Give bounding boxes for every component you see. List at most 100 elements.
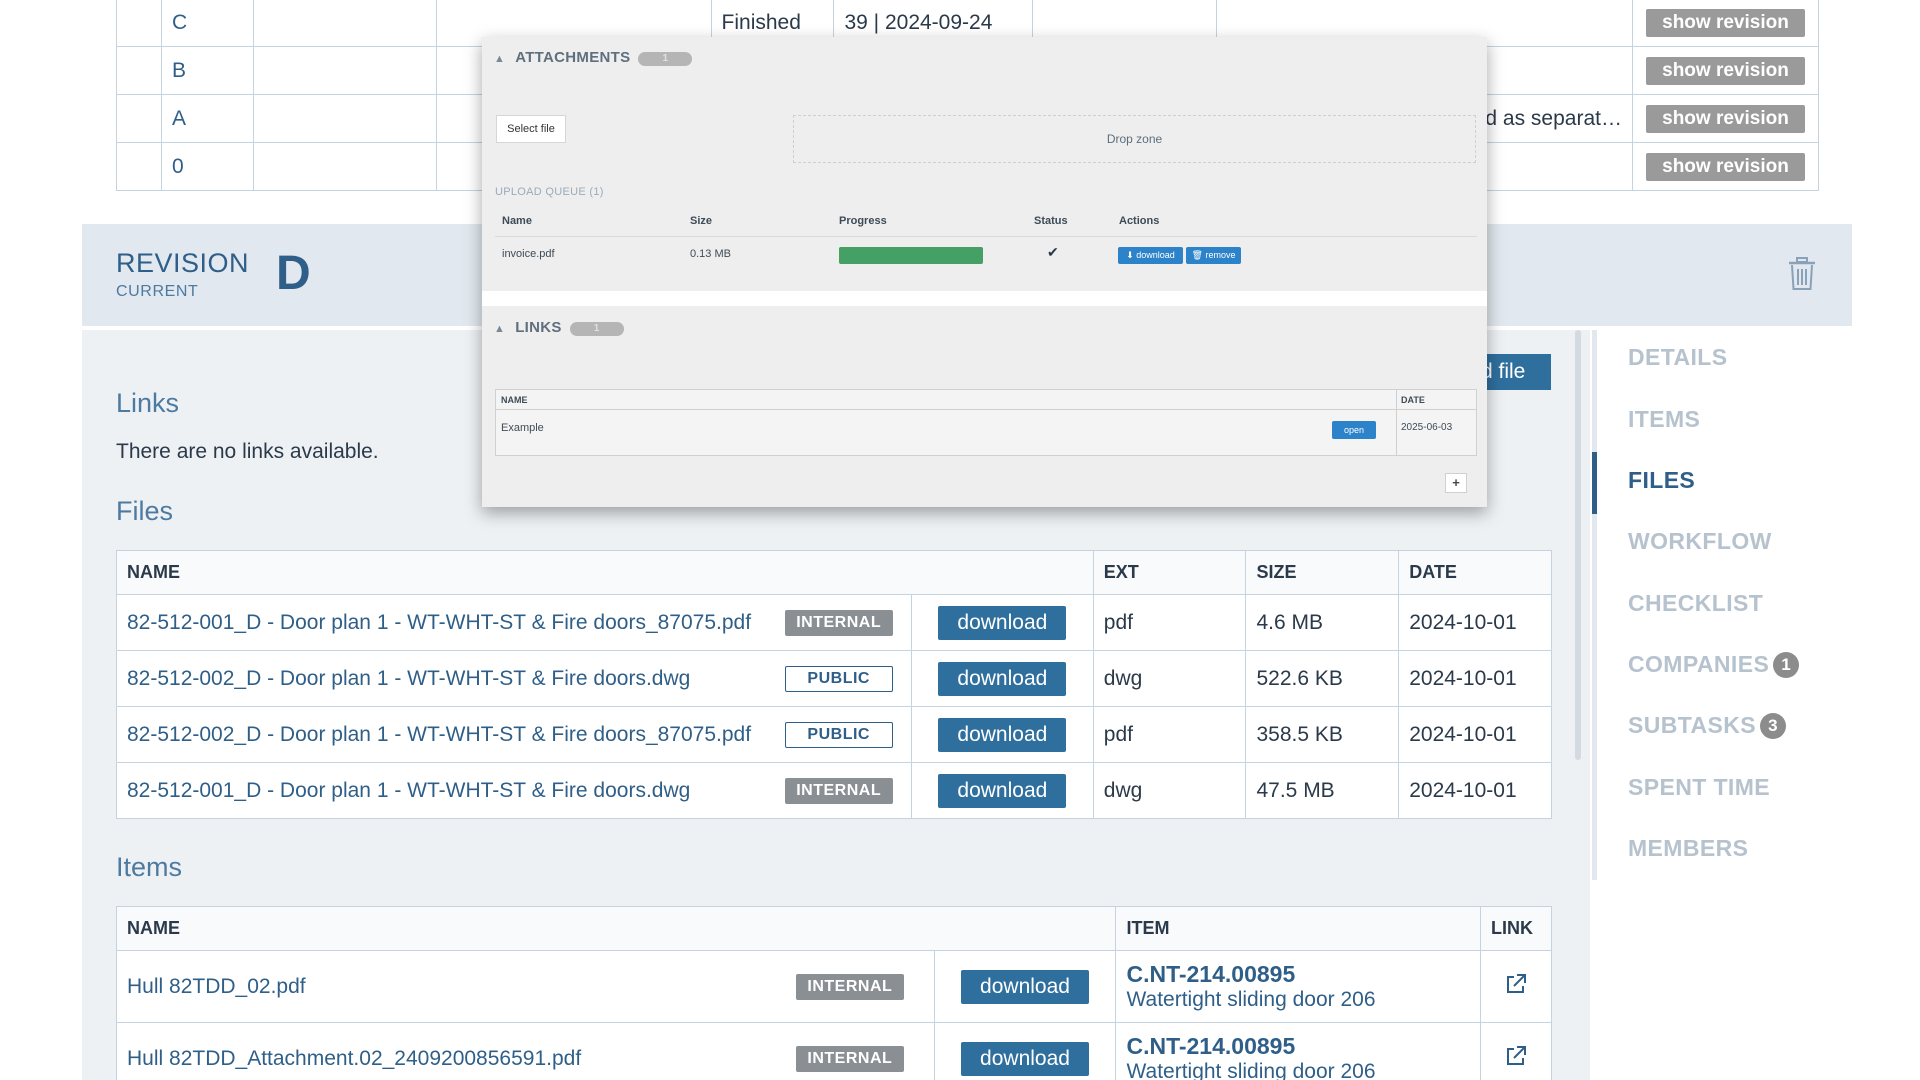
file-size: 4.6 MB xyxy=(1245,594,1400,651)
revision-letter: C xyxy=(160,0,254,47)
file-name-link[interactable]: 82-512-001_D - Door plan 1 - WT-WHT-ST &… xyxy=(127,611,751,634)
queue-col-progress: Progress xyxy=(839,215,887,227)
chevron-up-icon: ▲ xyxy=(494,323,506,335)
queue-file-name: invoice.pdf xyxy=(502,248,555,260)
download-button[interactable]: download xyxy=(938,717,1067,752)
nav-item-checklist[interactable]: CHECKLIST xyxy=(1628,590,1763,617)
links-col-date: DATE xyxy=(1401,395,1425,405)
link-date: 2025-06-03 xyxy=(1401,422,1453,433)
file-ext: pdf xyxy=(1092,706,1247,763)
revision-title: REVISION xyxy=(116,248,250,278)
visibility-badge[interactable]: INTERNAL xyxy=(784,778,893,804)
chevron-up-icon: ▲ xyxy=(494,53,506,65)
table-row: 82-512-001_D - Door plan 1 - WT-WHT-ST &… xyxy=(116,762,1552,819)
files-section-title: Files xyxy=(116,496,174,526)
show-revision-button[interactable]: show revision xyxy=(1646,104,1805,133)
upload-file-label: d file xyxy=(1481,360,1526,383)
show-revision-button[interactable]: show revision xyxy=(1646,152,1805,181)
show-revision-button[interactable]: show revision xyxy=(1646,8,1805,37)
links-header[interactable]: ▲ LINKS 1 xyxy=(494,319,624,336)
companies-count-badge: 1 xyxy=(1773,652,1800,678)
file-size: 522.6 KB xyxy=(1245,650,1400,707)
no-links-text: There are no links available. xyxy=(116,440,379,463)
download-button[interactable]: download xyxy=(938,661,1067,696)
file-name-link[interactable]: 82-512-002_D - Door plan 1 - WT-WHT-ST &… xyxy=(127,723,751,746)
items-col-link: LINK xyxy=(1479,906,1553,951)
files-col-ext: EXT xyxy=(1092,550,1247,595)
visibility-badge[interactable]: INTERNAL xyxy=(784,610,893,636)
file-name-link[interactable]: 82-512-002_D - Door plan 1 - WT-WHT-ST &… xyxy=(127,667,690,690)
items-table-header: NAME ITEM LINK xyxy=(115,906,1553,951)
nav-item-spent-time[interactable]: SPENT TIME xyxy=(1628,774,1770,801)
nav-item-subtasks[interactable]: SUBTASKS 3 xyxy=(1628,712,1787,739)
files-col-size: SIZE xyxy=(1245,550,1400,595)
visibility-badge[interactable]: PUBLIC xyxy=(784,722,893,748)
queue-col-size: Size xyxy=(690,215,713,227)
side-nav-active-indicator xyxy=(1592,452,1597,514)
subtasks-count-badge: 3 xyxy=(1760,713,1787,739)
item-description: Watertight sliding door 206 xyxy=(1126,1059,1376,1080)
files-table: NAME EXT SIZE DATE 82-512-001_D - Door p… xyxy=(116,550,1552,819)
overlay-links-table: NAME DATE Example open 2025-06-03 xyxy=(495,389,1477,456)
nav-item-members[interactable]: MEMBERS xyxy=(1628,835,1748,862)
item-code: C.NT-214.00895 xyxy=(1126,1032,1296,1059)
external-link-icon[interactable] xyxy=(1505,1045,1527,1067)
file-date: 2024-10-01 xyxy=(1398,650,1552,707)
nav-item-items[interactable]: ITEMS xyxy=(1628,406,1700,433)
check-icon: ✔ xyxy=(1047,244,1059,260)
file-size: 358.5 KB xyxy=(1245,706,1400,763)
file-ext: dwg xyxy=(1092,650,1247,707)
open-link-button[interactable]: open xyxy=(1332,421,1376,439)
links-col-name: NAME xyxy=(501,395,528,405)
download-button[interactable]: download xyxy=(938,605,1067,640)
table-row: Hull 82TDD_02.pdf INTERNAL download C.NT… xyxy=(116,950,1553,1023)
trash-icon[interactable] xyxy=(1786,256,1818,292)
items-col-name: NAME xyxy=(115,906,1117,951)
revision-letter: A xyxy=(160,94,254,143)
table-row: Hull 82TDD_Attachment.02_2409200856591.p… xyxy=(116,1022,1553,1080)
queue-col-status: Status xyxy=(1034,215,1068,227)
external-link-icon[interactable] xyxy=(1505,973,1527,995)
upload-file-button[interactable]: d file xyxy=(1481,354,1551,390)
attachments-count-badge: 1 xyxy=(638,52,693,66)
files-table-header: NAME EXT SIZE DATE xyxy=(116,550,1552,595)
visibility-badge[interactable]: INTERNAL xyxy=(795,974,904,1000)
show-revision-button[interactable]: show revision xyxy=(1646,56,1805,85)
queue-col-actions: Actions xyxy=(1119,215,1160,227)
revision-letter: B xyxy=(160,46,254,95)
side-nav-rail xyxy=(1592,330,1597,880)
nav-item-files[interactable]: FILES xyxy=(1628,467,1695,494)
queue-download-button[interactable]: ⬇ download xyxy=(1118,247,1183,264)
file-ext: pdf xyxy=(1092,594,1247,651)
visibility-badge[interactable]: INTERNAL xyxy=(795,1046,904,1072)
nav-item-workflow[interactable]: WORKFLOW xyxy=(1628,528,1772,555)
queue-remove-button[interactable]: 🗑 remove xyxy=(1186,247,1241,264)
content-scrollbar[interactable] xyxy=(1575,330,1581,760)
attachments-overlay: ▲ ATTACHMENTS 1 Select file Drop zone UPLO… xyxy=(482,37,1487,507)
links-count-badge: 1 xyxy=(569,322,624,336)
file-date: 2024-10-01 xyxy=(1398,762,1552,819)
file-ext: dwg xyxy=(1092,762,1247,819)
upload-queue-label: UPLOAD QUEUE (1) xyxy=(495,186,604,198)
item-code: C.NT-214.00895 xyxy=(1126,960,1296,987)
item-file-name-link[interactable]: Hull 82TDD_02.pdf xyxy=(127,975,306,998)
items-col-item: ITEM xyxy=(1115,906,1481,951)
queue-col-name: Name xyxy=(502,215,532,227)
items-section-title: Items xyxy=(116,852,183,882)
nav-item-companies[interactable]: COMPANIES 1 xyxy=(1628,651,1800,678)
items-table: NAME ITEM LINK Hull 82TDD_02.pdf INTERNA… xyxy=(115,906,1553,1080)
download-button[interactable]: download xyxy=(938,773,1067,808)
drop-zone[interactable]: Drop zone xyxy=(793,115,1476,163)
nav-item-details[interactable]: DETAILS xyxy=(1628,344,1727,371)
download-button[interactable]: download xyxy=(961,1041,1089,1076)
add-link-button[interactable]: + xyxy=(1445,473,1467,493)
file-name-link[interactable]: 82-512-001_D - Door plan 1 - WT-WHT-ST &… xyxy=(127,779,690,802)
attachments-header[interactable]: ▲ ATTACHMENTS 1 xyxy=(494,49,693,66)
item-file-name-link[interactable]: Hull 82TDD_Attachment.02_2409200856591.p… xyxy=(127,1047,581,1070)
queue-divider xyxy=(495,236,1477,237)
visibility-badge[interactable]: PUBLIC xyxy=(784,666,893,692)
download-button[interactable]: download xyxy=(961,969,1089,1004)
table-row: 82-512-002_D - Door plan 1 - WT-WHT-ST &… xyxy=(116,706,1552,763)
file-date: 2024-10-01 xyxy=(1398,706,1552,763)
select-file-button[interactable]: Select file xyxy=(496,115,566,143)
